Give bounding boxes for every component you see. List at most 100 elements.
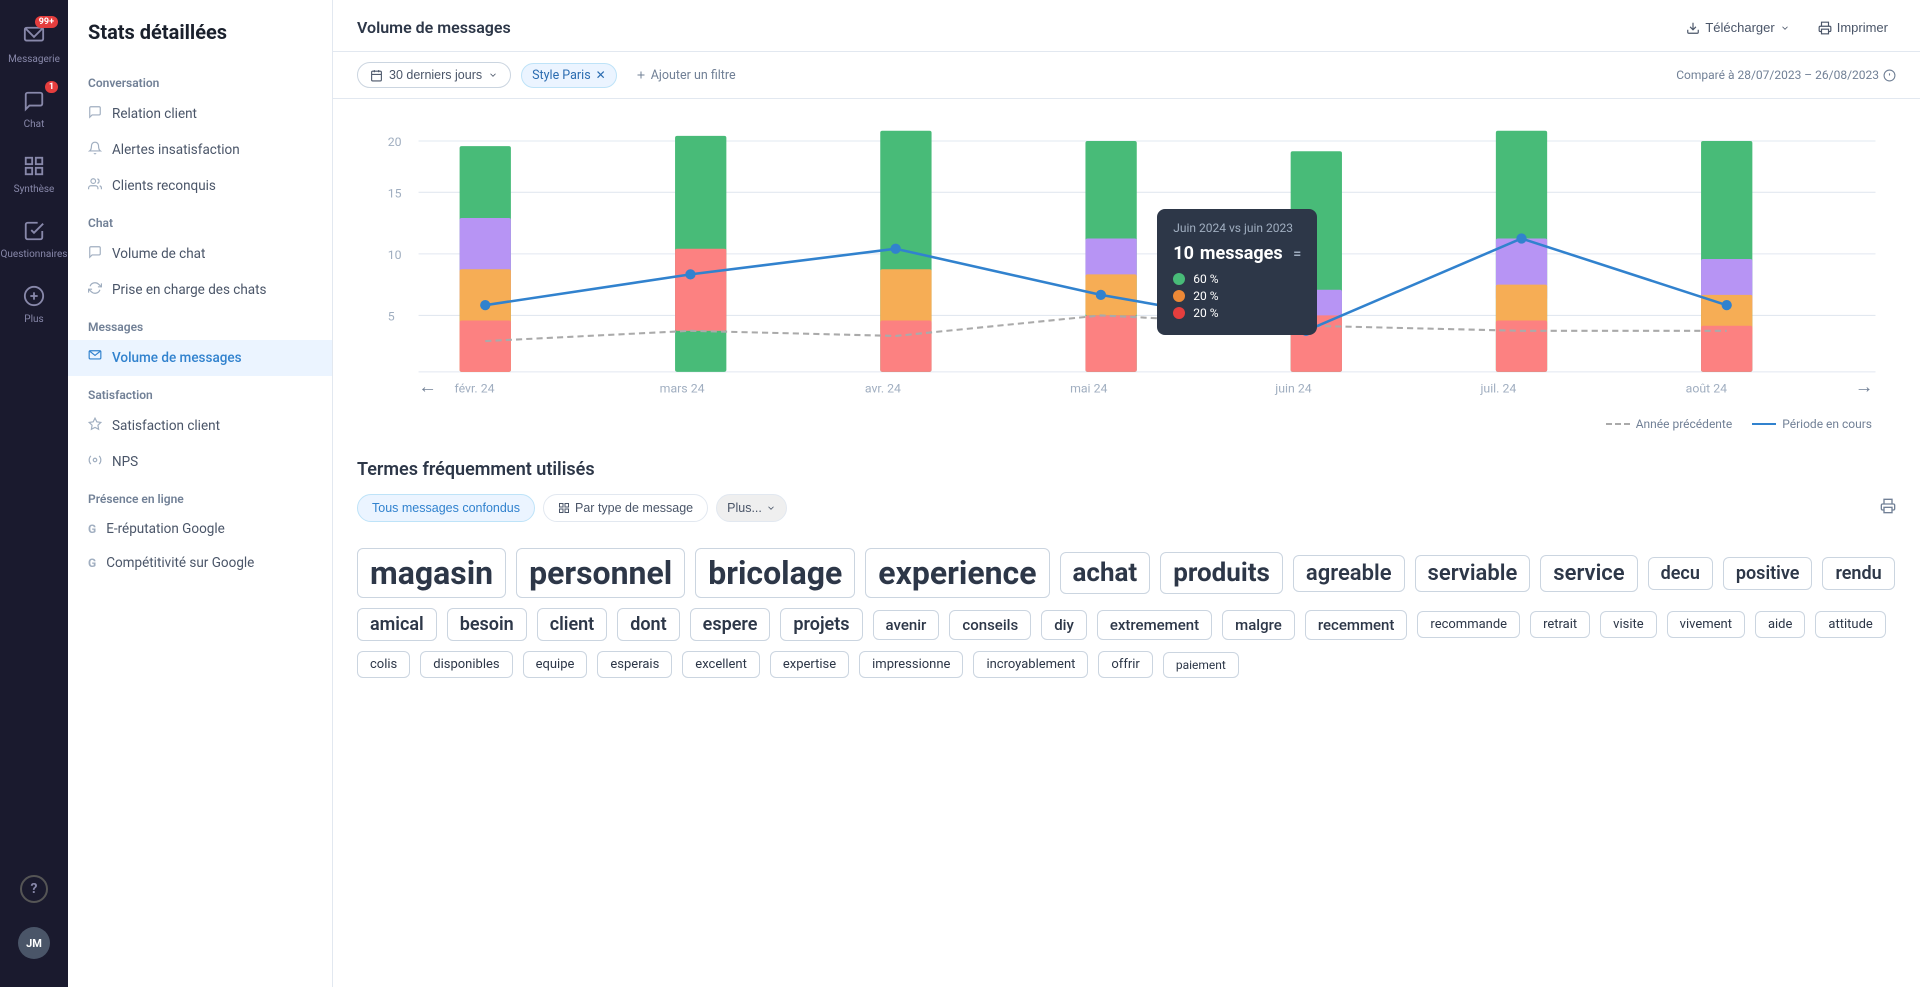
satisfaction-label: Satisfaction client bbox=[112, 418, 220, 434]
word-tag[interactable]: malgre bbox=[1222, 610, 1295, 640]
clients-icon bbox=[88, 177, 102, 195]
word-tag[interactable]: dont bbox=[617, 608, 679, 641]
word-tag[interactable]: service bbox=[1540, 555, 1637, 592]
add-filter-label: Ajouter un filtre bbox=[651, 68, 736, 83]
competitivite-icon: G bbox=[88, 556, 96, 570]
legend-dashed-line bbox=[1606, 423, 1630, 425]
tooltip-messages-label: messages bbox=[1200, 243, 1283, 264]
terms-tab-tous[interactable]: Tous messages confondus bbox=[357, 494, 535, 522]
terms-print-button[interactable] bbox=[1880, 498, 1896, 518]
word-tag[interactable]: projets bbox=[780, 608, 862, 641]
terms-more-label: Plus... bbox=[727, 501, 762, 515]
section-label-presence: Présence en ligne bbox=[68, 480, 332, 512]
active-filter-tag[interactable]: Style Paris ✕ bbox=[521, 63, 617, 88]
sidebar-item-synthese[interactable]: Synthèse bbox=[0, 140, 68, 205]
word-tag[interactable]: experience bbox=[865, 548, 1049, 598]
word-tag[interactable]: besoin bbox=[447, 608, 527, 641]
word-tag[interactable]: equipe bbox=[523, 651, 588, 678]
tooltip-count: 10 bbox=[1173, 243, 1194, 264]
nps-icon bbox=[88, 453, 102, 471]
nav-item-relation-client[interactable]: Relation client bbox=[68, 96, 332, 132]
legend-current: Période en cours bbox=[1752, 417, 1872, 431]
download-button[interactable]: Télécharger bbox=[1678, 16, 1797, 39]
add-filter-button[interactable]: Ajouter un filtre bbox=[627, 64, 744, 87]
satisfaction-icon bbox=[88, 417, 102, 435]
word-tag[interactable]: impressionne bbox=[859, 651, 963, 678]
word-tag[interactable]: excellent bbox=[682, 651, 760, 678]
word-tag[interactable]: recommande bbox=[1417, 611, 1520, 638]
filter-close-button[interactable]: ✕ bbox=[596, 68, 606, 82]
questionnaires-label: Questionnaires bbox=[1, 249, 68, 260]
word-tag[interactable]: visite bbox=[1600, 611, 1656, 638]
word-tag[interactable]: expertise bbox=[770, 651, 849, 678]
word-tag[interactable]: recemment bbox=[1305, 610, 1408, 640]
word-tag[interactable]: avenir bbox=[873, 610, 940, 640]
chart-legend: Année précédente Période en cours bbox=[357, 409, 1896, 439]
legend-previous-label: Année précédente bbox=[1636, 417, 1733, 431]
user-avatar[interactable]: JM bbox=[12, 921, 56, 965]
word-tag[interactable]: esperais bbox=[597, 651, 672, 678]
word-tag[interactable]: incroyablement bbox=[973, 651, 1088, 678]
nav-item-nps[interactable]: NPS bbox=[68, 444, 332, 480]
chat-label: Chat bbox=[24, 119, 45, 130]
word-tag[interactable]: offrir bbox=[1098, 651, 1152, 678]
section-label-conversation: Conversation bbox=[68, 64, 332, 96]
print-button[interactable]: Imprimer bbox=[1810, 16, 1896, 39]
nav-item-volume-messages[interactable]: Volume de messages bbox=[68, 340, 332, 376]
nav-item-alertes[interactable]: Alertes insatisfaction bbox=[68, 132, 332, 168]
sidebar-item-plus[interactable]: Plus bbox=[0, 270, 68, 335]
filter-tag-label: Style Paris bbox=[532, 68, 591, 83]
nps-label: NPS bbox=[112, 454, 138, 470]
word-tag[interactable]: magasin bbox=[357, 548, 506, 598]
word-tag[interactable]: positive bbox=[1723, 557, 1813, 590]
word-tag[interactable]: espere bbox=[690, 608, 771, 641]
word-tag[interactable]: decu bbox=[1648, 557, 1713, 590]
word-tag[interactable]: retrait bbox=[1530, 611, 1590, 638]
word-tag[interactable]: diy bbox=[1041, 610, 1087, 640]
compared-label: Comparé à 28/07/2023 – 26/08/2023 bbox=[1676, 68, 1896, 82]
nav-item-satisfaction[interactable]: Satisfaction client bbox=[68, 408, 332, 444]
sidebar-item-chat[interactable]: 1 Chat bbox=[0, 75, 68, 140]
date-range-button[interactable]: 30 derniers jours bbox=[357, 62, 511, 88]
svg-text:5: 5 bbox=[388, 311, 395, 325]
alertes-label: Alertes insatisfaction bbox=[112, 142, 240, 158]
word-tag[interactable]: attitude bbox=[1815, 611, 1885, 638]
sidebar-item-questionnaires[interactable]: Questionnaires bbox=[0, 205, 68, 270]
word-tag[interactable]: serviable bbox=[1415, 555, 1531, 592]
tooltip-title: Juin 2024 vs juin 2023 bbox=[1173, 221, 1301, 235]
word-tag[interactable]: conseils bbox=[949, 610, 1031, 640]
word-tag[interactable]: rendu bbox=[1822, 557, 1894, 590]
svg-text:10: 10 bbox=[388, 249, 402, 263]
relation-client-label: Relation client bbox=[112, 106, 197, 122]
word-tag[interactable]: disponibles bbox=[420, 651, 512, 678]
svg-text:févr. 24: févr. 24 bbox=[454, 382, 494, 396]
topbar-actions: Télécharger Imprimer bbox=[1678, 16, 1896, 39]
word-tag[interactable]: amical bbox=[357, 608, 437, 641]
word-tag[interactable]: client bbox=[537, 608, 608, 641]
help-button[interactable]: ? bbox=[12, 869, 56, 909]
word-tag[interactable]: aide bbox=[1755, 611, 1805, 638]
nav-item-volume-chat[interactable]: Volume de chat bbox=[68, 236, 332, 272]
word-tag[interactable]: paiement bbox=[1163, 652, 1239, 678]
nav-item-clients[interactable]: Clients reconquis bbox=[68, 168, 332, 204]
nav-item-competitivite[interactable]: G Compétitivité sur Google bbox=[68, 546, 332, 580]
sidebar-title: Stats détaillées bbox=[68, 20, 332, 64]
nav-item-prise-charge[interactable]: Prise en charge des chats bbox=[68, 272, 332, 308]
word-tag[interactable]: vivement bbox=[1667, 611, 1745, 638]
prise-charge-icon bbox=[88, 281, 102, 299]
nav-item-e-reputation[interactable]: G E-réputation Google bbox=[68, 512, 332, 546]
word-tag[interactable]: bricolage bbox=[695, 548, 855, 598]
svg-text:→: → bbox=[1855, 375, 1873, 397]
volume-messages-label: Volume de messages bbox=[112, 350, 242, 366]
word-tag[interactable]: colis bbox=[357, 651, 410, 678]
word-tag[interactable]: achat bbox=[1060, 552, 1151, 594]
terms-more-button[interactable]: Plus... bbox=[716, 494, 787, 522]
svg-text:juil. 24: juil. 24 bbox=[1479, 382, 1516, 396]
word-tag[interactable]: produits bbox=[1160, 552, 1283, 594]
word-tag[interactable]: agreable bbox=[1293, 555, 1405, 592]
sidebar-item-messagerie[interactable]: 99+ Messagerie bbox=[0, 10, 68, 75]
word-tag[interactable]: extremement bbox=[1097, 610, 1212, 640]
word-tag[interactable]: personnel bbox=[516, 548, 685, 598]
terms-tab-type[interactable]: Par type de message bbox=[543, 494, 708, 522]
tooltip-row-orange: 20 % bbox=[1173, 289, 1301, 303]
